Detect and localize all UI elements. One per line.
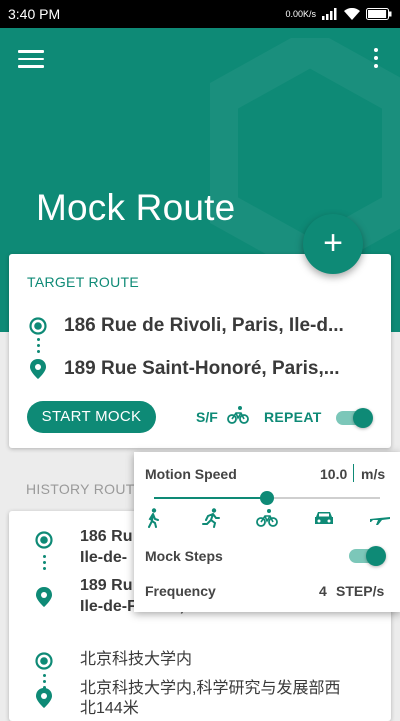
signal-icon [322,8,337,20]
start-address-row[interactable]: 186 Rue de Rivoli, Paris, Ile-d... [29,315,344,337]
plus-icon: + [323,224,343,262]
plane-icon[interactable] [369,508,391,528]
history-end-line2: 北144米 [80,700,139,717]
car-icon[interactable] [313,508,335,528]
speed-slider[interactable] [154,491,380,505]
route-connector [37,338,40,353]
status-time: 3:40 PM [8,6,61,22]
end-address-row[interactable]: 189 Rue Saint-Honoré, Paris,... [29,358,340,380]
target-route-heading: TARGET ROUTE [27,274,139,290]
run-icon[interactable] [201,508,221,528]
bike-icon[interactable] [256,508,278,528]
history-end-line1: 189 Ru [80,577,133,594]
start-address: 186 Rue de Rivoli, Paris, Ile-d... [64,315,344,336]
sf-label[interactable]: S/F [196,409,218,425]
location-pin-icon [30,359,46,379]
location-pin-icon [36,688,52,708]
bike-icon[interactable] [227,405,249,425]
motion-speed-panel: Motion Speed 10.0 m/s Mock Steps Frequen… [134,452,400,612]
route-connector [43,674,46,689]
battery-icon [366,8,392,20]
more-vert-icon[interactable] [368,46,384,70]
page-title: Mock Route [36,187,236,228]
start-point-icon [35,531,53,549]
history-start-line1: 北京科技大学内 [80,651,193,668]
history-end-line1: 北京科技大学内,科学研究与发展部西 [80,680,341,697]
location-pin-icon [36,587,52,607]
start-point-icon [35,652,53,670]
frequency-label: Frequency [145,583,216,599]
start-mock-button[interactable]: START MOCK [27,401,156,433]
mock-steps-label: Mock Steps [145,548,223,564]
hamburger-menu-icon[interactable] [18,50,44,70]
speed-slider-thumb[interactable] [260,491,274,505]
text-caret [353,464,354,482]
end-address: 189 Rue Saint-Honoré, Paris,... [64,358,340,379]
speed-value-input[interactable]: 10.0 [320,466,347,482]
repeat-label: REPEAT [264,409,322,425]
status-icons: 0.00K/s [285,8,392,20]
repeat-toggle[interactable] [336,408,373,428]
speed-slider-fill [154,497,267,499]
frequency-unit: STEP/s [336,583,385,599]
frequency-value[interactable]: 4 [319,583,327,599]
history-start-line1: 186 Ru [80,528,133,545]
status-bar: 3:40 PM 0.00K/s [0,0,400,28]
walk-icon[interactable] [144,508,162,528]
add-route-button[interactable]: + [303,214,363,274]
mock-steps-toggle[interactable] [349,546,386,566]
start-point-icon [29,317,47,335]
motion-speed-label: Motion Speed [145,466,237,482]
history-title: HISTORY ROUT [26,481,135,497]
history-start-line2: Ile-de- [80,549,128,566]
route-connector [43,555,46,570]
wifi-icon [344,8,360,20]
target-route-card: TARGET ROUTE 186 Rue de Rivoli, Paris, I… [9,254,391,448]
speed-unit: m/s [361,466,386,482]
network-speed: 0.00K/s [285,9,316,19]
